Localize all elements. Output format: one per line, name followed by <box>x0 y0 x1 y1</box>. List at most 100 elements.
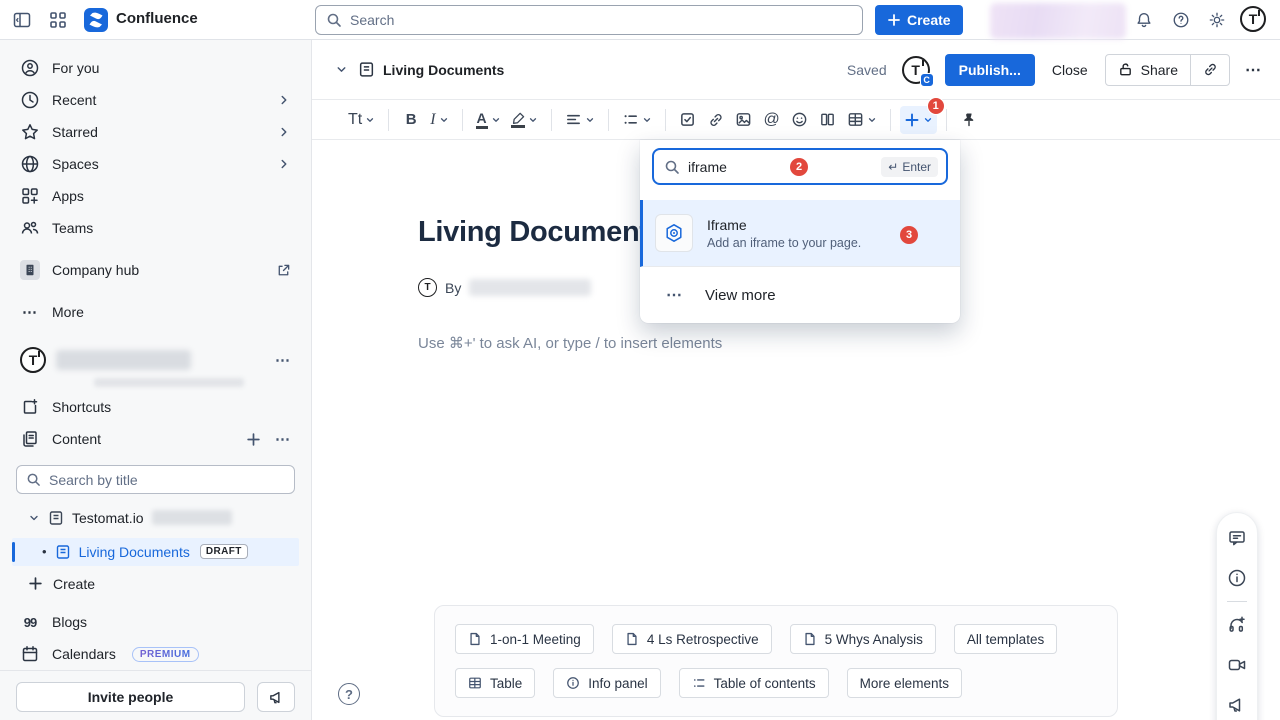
sidebar-item-company-hub[interactable]: Company hub <box>12 254 299 286</box>
view-more-item[interactable]: ⋯ View more <box>640 267 960 323</box>
help-icon[interactable] <box>1167 6 1195 34</box>
blurred-banner <box>990 3 1126 39</box>
global-search[interactable] <box>315 5 863 35</box>
space-more-icon[interactable]: ⋯ <box>275 351 291 369</box>
breadcrumb-chevron-icon[interactable] <box>335 63 348 76</box>
tree-item-living-documents[interactable]: • Living Documents DRAFT <box>12 538 299 566</box>
more-elements-button[interactable]: More elements <box>847 668 962 698</box>
user-avatar[interactable]: T <box>1240 6 1266 32</box>
insert-result-iframe[interactable]: Iframe Add an iframe to your page. 3 <box>640 200 960 267</box>
person-circle-icon <box>20 58 40 78</box>
step-badge-1: 1 <box>927 97 945 115</box>
editor-toolbar: Tt B I A @ <box>312 100 1280 140</box>
result-title: Iframe <box>707 217 861 233</box>
top-bar: Confluence Create T <box>0 0 1280 40</box>
list-button[interactable] <box>618 106 656 134</box>
sidebar-item-more[interactable]: ⋯ More <box>12 296 299 328</box>
step-badge-2: 2 <box>790 158 808 176</box>
italic-button[interactable]: I <box>426 106 452 134</box>
sidebar-item-for-you[interactable]: For you <box>12 52 299 84</box>
premium-badge: PREMIUM <box>132 647 199 662</box>
result-description: Add an iframe to your page. <box>707 236 861 250</box>
link-button[interactable] <box>703 106 729 134</box>
close-button[interactable]: Close <box>1050 62 1090 78</box>
editor-placeholder[interactable]: Use ⌘+' to ask AI, or type / to insert e… <box>418 334 722 352</box>
task-checkbox-button[interactable] <box>675 106 701 134</box>
emoji-button[interactable] <box>787 106 813 134</box>
table-button[interactable] <box>843 106 881 134</box>
sidebar: For you Recent Starred Spaces Apps Teams <box>0 40 312 720</box>
enter-key-hint: ↵Enter <box>881 157 938 177</box>
notifications-icon[interactable] <box>1130 6 1158 34</box>
alignment-button[interactable] <box>561 106 599 134</box>
chevron-down-icon <box>439 115 449 125</box>
pin-toolbar-button[interactable] <box>956 106 982 134</box>
document-icon <box>803 632 817 646</box>
details-info-icon[interactable] <box>1223 564 1251 592</box>
company-hub-icon <box>20 260 40 280</box>
sidebar-collapse-icon[interactable] <box>8 6 36 34</box>
comments-icon[interactable] <box>1223 524 1251 552</box>
sidebar-item-apps[interactable]: Apps <box>12 180 299 212</box>
bold-button[interactable]: B <box>398 106 424 134</box>
layouts-button[interactable] <box>815 106 841 134</box>
insert-table-button[interactable]: Table <box>455 668 535 698</box>
tree-item-space[interactable]: Testomat.io <box>12 504 299 532</box>
template-1on1-meeting[interactable]: 1-on-1 Meeting <box>455 624 594 654</box>
highlight-color-button[interactable] <box>507 106 542 134</box>
feedback-megaphone-icon[interactable] <box>257 682 295 712</box>
app-switcher-icon[interactable] <box>44 6 72 34</box>
globe-icon <box>20 154 40 174</box>
sidebar-item-recent[interactable]: Recent <box>12 84 299 116</box>
content-add-icon[interactable] <box>246 432 261 447</box>
content-search-input[interactable] <box>49 472 285 488</box>
collaborator-avatar[interactable]: T C <box>902 56 930 84</box>
sidebar-item-teams[interactable]: Teams <box>12 212 299 244</box>
unlock-icon <box>1118 62 1133 77</box>
insert-toc-button[interactable]: Table of contents <box>679 668 829 698</box>
chevron-down-icon <box>365 115 375 125</box>
settings-gear-icon[interactable] <box>1203 6 1231 34</box>
page-title[interactable]: Living Documents <box>418 216 665 249</box>
template-5-whys-analysis[interactable]: 5 Whys Analysis <box>790 624 936 654</box>
support-headset-icon[interactable] <box>1223 611 1251 639</box>
template-suggestions: 1-on-1 Meeting 4 Ls Retrospective 5 Whys… <box>434 605 1118 717</box>
share-button[interactable]: Share <box>1106 55 1190 85</box>
sidebar-item-blogs[interactable]: 99 Blogs <box>12 606 299 638</box>
sidebar-item-shortcuts[interactable]: Shortcuts <box>12 391 299 423</box>
text-style-button[interactable]: Tt <box>344 106 379 134</box>
insert-info-panel-button[interactable]: Info panel <box>553 668 660 698</box>
selected-indicator <box>12 542 15 562</box>
all-templates-button[interactable]: All templates <box>954 624 1057 654</box>
byline-prefix: By <box>445 280 461 296</box>
create-button[interactable]: Create <box>875 5 963 35</box>
confluence-logo[interactable] <box>84 8 108 32</box>
global-search-input[interactable] <box>350 12 852 28</box>
space-avatar: T <box>20 347 46 373</box>
announcement-megaphone-icon[interactable] <box>1223 691 1251 719</box>
publish-button[interactable]: Publish... <box>945 54 1035 86</box>
header-more-icon[interactable]: ⋯ <box>1245 60 1262 80</box>
sidebar-item-starred[interactable]: Starred <box>12 116 299 148</box>
content-search[interactable] <box>16 465 295 493</box>
text-color-button[interactable]: A <box>472 106 505 134</box>
search-icon <box>326 12 342 28</box>
editor-help-icon[interactable]: ? <box>338 683 360 705</box>
template-4ls-retrospective[interactable]: 4 Ls Retrospective <box>612 624 772 654</box>
invite-people-button[interactable]: Invite people <box>16 682 245 712</box>
sidebar-create-page[interactable]: Create <box>12 570 299 598</box>
insert-element-button[interactable]: 1 <box>900 106 937 134</box>
copy-link-icon[interactable] <box>1191 55 1229 85</box>
image-button[interactable] <box>731 106 757 134</box>
sidebar-item-calendars[interactable]: Calendars PREMIUM <box>12 638 299 670</box>
content-more-icon[interactable]: ⋯ <box>275 430 291 448</box>
sidebar-item-content[interactable]: Content ⋯ <box>12 423 299 455</box>
insert-search-box[interactable]: 2 ↵Enter <box>652 148 948 185</box>
insert-search-input[interactable] <box>688 159 798 175</box>
video-icon[interactable] <box>1223 651 1251 679</box>
document-icon <box>625 632 639 646</box>
breadcrumb-title[interactable]: Living Documents <box>383 62 504 78</box>
space-header[interactable]: T ⋯ <box>12 344 299 376</box>
mention-button[interactable]: @ <box>759 106 785 134</box>
sidebar-item-spaces[interactable]: Spaces <box>12 148 299 180</box>
